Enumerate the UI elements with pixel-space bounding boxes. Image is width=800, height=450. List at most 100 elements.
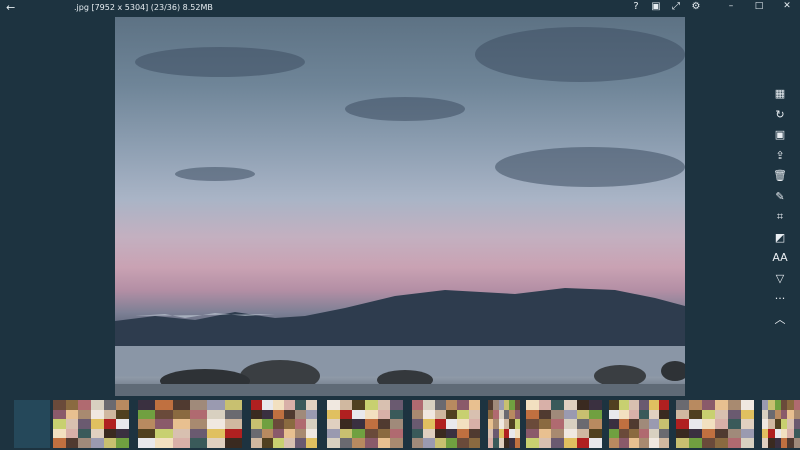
thumbnail-cell (306, 419, 317, 429)
thumbnail[interactable] (609, 400, 669, 448)
thumbnail-cell (412, 419, 424, 429)
thumbnail-cell (659, 438, 669, 448)
thumbnail-cell (352, 400, 365, 410)
thumbnail[interactable] (138, 400, 242, 448)
selected-thumbnail[interactable] (14, 400, 50, 448)
thumbnail-cell (741, 400, 754, 410)
thumbnail-cell (412, 428, 424, 439)
thumbnail-cell (423, 428, 435, 439)
thumbnail[interactable] (762, 400, 800, 448)
thumbnail-cell (576, 419, 590, 429)
thumbnail-cell (327, 409, 340, 420)
thumbnail-cell (629, 400, 639, 410)
thumbnail-cell (659, 419, 669, 429)
thumbnail-cell (468, 438, 480, 448)
thumbnail-cell (609, 428, 619, 439)
thumbnail-cell (538, 409, 552, 420)
thumbnail-cell (564, 409, 577, 420)
thumbnail-cell (295, 409, 306, 420)
thumbnail-cell (445, 419, 458, 429)
thumbnail-cell (262, 400, 273, 410)
thumbnail-cell (262, 419, 273, 429)
thumbnail-cell (457, 419, 469, 429)
thumbnail-cell (224, 438, 242, 448)
thumbnail-cell (251, 438, 262, 448)
thumbnail-cell (78, 400, 91, 410)
thumbnail[interactable] (526, 400, 602, 448)
thumbnail-cell (116, 409, 129, 420)
thumbnail-cell (551, 419, 564, 429)
thumbnail-cell (589, 409, 602, 420)
thumbnail-cell (702, 419, 715, 429)
settings-icon[interactable]: ⚙ (690, 1, 702, 12)
side-toolbar: ▦ ↻ ▣ ⇪ 🗑 ✎ ⌗ ◩ AA ▽ ··· ︿ (769, 86, 791, 328)
thumbnail-cell (689, 409, 702, 420)
main-photo[interactable] (115, 17, 685, 396)
thumbnail-cell (116, 438, 129, 448)
thumbnail[interactable] (676, 400, 754, 448)
thumbnail-cell (65, 400, 79, 410)
thumbnail[interactable] (488, 400, 520, 448)
thumbnail-cell (284, 419, 295, 429)
thumbnail-cell (207, 428, 225, 439)
thumbnail[interactable] (412, 400, 480, 448)
thumbnail-cell (551, 400, 564, 410)
maximize-button[interactable]: □ (752, 1, 766, 11)
edit-icon[interactable]: ✎ (772, 189, 788, 206)
thumbnail-cell (551, 409, 564, 420)
expand-icon[interactable]: ⤢ (670, 1, 682, 12)
help-icon[interactable]: ? (630, 1, 642, 12)
grid-icon[interactable]: ▦ (772, 86, 788, 103)
thumbnail-cell (339, 409, 353, 420)
thumbnail-cell (609, 438, 619, 448)
thumbnail-cell (251, 419, 262, 429)
thumbnail-cell (564, 428, 577, 439)
thumbnail-cell (457, 400, 469, 410)
delete-icon[interactable]: 🗑 (772, 168, 788, 185)
adjust-icon[interactable]: ◩ (772, 230, 788, 247)
more-icon[interactable]: ··· (772, 291, 788, 308)
thumbnail-cell (609, 409, 619, 420)
thumbnail-cell (728, 400, 741, 410)
thumbnail-cell (629, 409, 639, 420)
thumbnail-cell (676, 419, 689, 429)
thumbnail-cell (526, 428, 539, 439)
thumbnail-cell (53, 419, 66, 429)
crop-icon[interactable]: ⌗ (772, 209, 788, 226)
thumbnail-cell (155, 428, 173, 439)
thumbnail-cell (53, 428, 66, 439)
thumbnail-cell (172, 400, 190, 410)
close-button[interactable]: ✕ (780, 1, 794, 11)
minimize-button[interactable]: – (724, 1, 738, 11)
rotate-icon[interactable]: ↻ (772, 107, 788, 124)
thumbnail-cell (702, 409, 715, 420)
thumbnail-cell (629, 419, 639, 429)
thumbnail-cell (728, 409, 741, 420)
thumbnail-cell (526, 419, 539, 429)
thumbnail-cell (793, 419, 800, 429)
fullscreen-icon[interactable]: ▣ (650, 1, 662, 12)
thumbnail[interactable] (327, 400, 403, 448)
thumbnail-cell (445, 438, 458, 448)
thumbnail-cell (390, 428, 403, 439)
thumbnail[interactable] (251, 400, 317, 448)
text-icon[interactable]: AA (772, 250, 788, 267)
filter-icon[interactable]: ▽ (772, 271, 788, 288)
share-icon[interactable]: ⇪ (772, 148, 788, 165)
thumbnail-cell (390, 419, 403, 429)
thumbnail-cell (659, 400, 669, 410)
thumbnail-cell (639, 419, 649, 429)
thumbnail[interactable] (53, 400, 129, 448)
thumbnail-cell (78, 438, 91, 448)
thumbnail-cell (793, 400, 800, 410)
thumbnail-cell (639, 400, 649, 410)
thumbnail-cell (352, 428, 365, 439)
thumbnail-cell (434, 419, 446, 429)
back-icon[interactable]: ← (6, 1, 15, 14)
thumbnail-cell (514, 409, 520, 420)
thumbnail-cell (116, 428, 129, 439)
slideshow-icon[interactable]: ▣ (772, 127, 788, 144)
thumbnail-cell (619, 428, 629, 439)
thumbnail-cell (103, 428, 117, 439)
collapse-icon[interactable]: ︿ (772, 312, 788, 329)
